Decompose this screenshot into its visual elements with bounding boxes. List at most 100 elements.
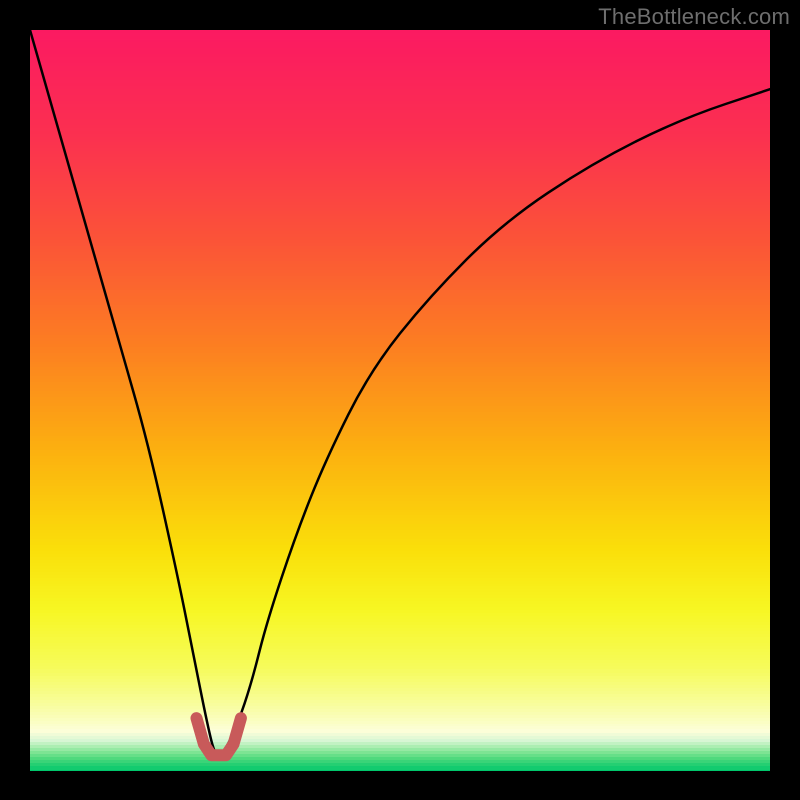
heat-band bbox=[30, 382, 770, 385]
heat-band bbox=[30, 347, 770, 350]
heat-band bbox=[30, 406, 770, 409]
heat-band bbox=[30, 637, 770, 640]
heat-band bbox=[30, 252, 770, 255]
heat-band bbox=[30, 694, 770, 697]
heat-band bbox=[30, 643, 770, 646]
heat-band bbox=[30, 63, 770, 66]
heat-band bbox=[30, 403, 770, 406]
heat-band bbox=[30, 293, 770, 296]
heat-band bbox=[30, 385, 770, 388]
heat-band bbox=[30, 566, 770, 569]
heat-band bbox=[30, 595, 770, 598]
heat-band bbox=[30, 766, 770, 770]
heat-band bbox=[30, 450, 770, 453]
heat-band bbox=[30, 305, 770, 308]
heat-band bbox=[30, 453, 770, 456]
heat-band bbox=[30, 501, 770, 504]
heat-band bbox=[30, 551, 770, 554]
heat-band bbox=[30, 116, 770, 119]
heat-band bbox=[30, 364, 770, 367]
heat-band bbox=[30, 356, 770, 359]
heat-band bbox=[30, 234, 770, 237]
heat-band bbox=[30, 715, 770, 718]
heat-band bbox=[30, 353, 770, 356]
heat-band bbox=[30, 691, 770, 694]
heat-band bbox=[30, 483, 770, 486]
heat-band bbox=[30, 430, 770, 433]
heat-band bbox=[30, 184, 770, 187]
heat-band bbox=[30, 697, 770, 700]
heat-band bbox=[30, 128, 770, 131]
heat-band bbox=[30, 216, 770, 219]
heat-band bbox=[30, 148, 770, 151]
heat-band bbox=[30, 119, 770, 122]
heat-band bbox=[30, 86, 770, 89]
heat-band bbox=[30, 770, 770, 771]
heat-band bbox=[30, 489, 770, 492]
heat-band bbox=[30, 193, 770, 196]
heat-band bbox=[30, 246, 770, 249]
heat-band bbox=[30, 548, 770, 551]
heat-band bbox=[30, 320, 770, 323]
heat-band bbox=[30, 726, 770, 729]
heat-band bbox=[30, 290, 770, 293]
heat-band bbox=[30, 673, 770, 676]
heat-band bbox=[30, 196, 770, 199]
heat-band bbox=[30, 649, 770, 652]
page-frame: TheBottleneck.com bbox=[0, 0, 800, 800]
heat-band bbox=[30, 409, 770, 412]
heat-band bbox=[30, 145, 770, 148]
heat-band bbox=[30, 51, 770, 54]
plot-area bbox=[30, 30, 770, 770]
heat-band bbox=[30, 486, 770, 489]
heat-band bbox=[30, 739, 770, 742]
heat-band bbox=[30, 282, 770, 285]
heat-band bbox=[30, 302, 770, 305]
heat-band bbox=[30, 270, 770, 273]
heat-band bbox=[30, 607, 770, 610]
heat-band bbox=[30, 462, 770, 465]
heat-band bbox=[30, 676, 770, 679]
heat-band bbox=[30, 415, 770, 418]
heat-band bbox=[30, 441, 770, 444]
heat-band bbox=[30, 397, 770, 400]
heat-band bbox=[30, 335, 770, 338]
heat-band bbox=[30, 658, 770, 661]
heat-band bbox=[30, 592, 770, 595]
heat-band bbox=[30, 157, 770, 160]
heat-band bbox=[30, 160, 770, 163]
heat-band bbox=[30, 107, 770, 110]
heat-band bbox=[30, 748, 770, 751]
heat-band bbox=[30, 276, 770, 279]
heat-band bbox=[30, 134, 770, 137]
heat-band bbox=[30, 376, 770, 379]
heat-band bbox=[30, 367, 770, 370]
heat-band bbox=[30, 604, 770, 607]
heat-band bbox=[30, 42, 770, 45]
heat-band bbox=[30, 137, 770, 140]
heat-band bbox=[30, 625, 770, 628]
heat-band bbox=[30, 45, 770, 48]
heat-band bbox=[30, 323, 770, 326]
heat-band bbox=[30, 273, 770, 276]
heat-band bbox=[30, 527, 770, 530]
heat-band bbox=[30, 329, 770, 332]
heat-band bbox=[30, 729, 770, 732]
heat-band bbox=[30, 240, 770, 243]
heat-band bbox=[30, 214, 770, 217]
heat-band bbox=[30, 760, 770, 763]
heat-band bbox=[30, 350, 770, 353]
heat-band bbox=[30, 634, 770, 637]
heat-band bbox=[30, 471, 770, 474]
heat-band bbox=[30, 388, 770, 391]
heat-band bbox=[30, 285, 770, 288]
heat-band bbox=[30, 95, 770, 98]
heat-band bbox=[30, 344, 770, 347]
heat-band bbox=[30, 151, 770, 154]
heat-band bbox=[30, 589, 770, 592]
heat-band bbox=[30, 178, 770, 181]
heat-band bbox=[30, 101, 770, 104]
heat-band bbox=[30, 474, 770, 477]
heat-band bbox=[30, 66, 770, 69]
heat-band bbox=[30, 613, 770, 616]
